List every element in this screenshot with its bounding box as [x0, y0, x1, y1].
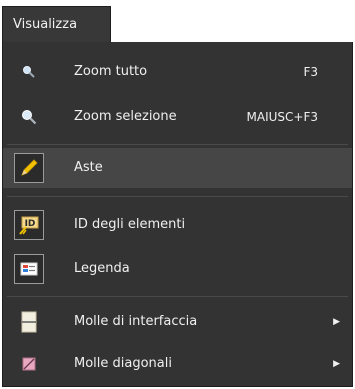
menu-bar: Visualizza — [0, 0, 355, 43]
menu-item-interface-springs[interactable]: Molle di interfaccia ▶ — [3, 302, 352, 342]
interface-springs-icon — [14, 307, 44, 337]
submenu-arrow-icon: ▶ — [333, 317, 340, 327]
separator — [7, 196, 348, 197]
menu-item-label: Aste — [74, 160, 103, 175]
separator — [7, 144, 348, 145]
zoom-selection-icon — [14, 102, 44, 132]
submenu-arrow-icon: ▶ — [333, 359, 340, 369]
menu-item-label: ID degli elementi — [74, 217, 186, 232]
menu-item-zoom-selection[interactable]: Zoom selezione MAIUSC+F3 — [3, 97, 352, 137]
separator — [7, 296, 348, 297]
legend-icon — [14, 254, 44, 284]
element-id-icon: ID — [14, 210, 44, 240]
zoom-all-icon — [14, 57, 44, 87]
pencil-icon — [14, 153, 44, 183]
shortcut-label: F3 — [303, 65, 318, 79]
menu-item-label: Molle diagonali — [74, 356, 172, 371]
menu-item-legend[interactable]: Legenda — [3, 249, 352, 289]
diagonal-springs-icon — [14, 349, 44, 379]
menu-item-label: Legenda — [74, 261, 130, 276]
menu-item-element-id[interactable]: ID ID degli elementi — [3, 205, 352, 245]
menu-item-zoom-all[interactable]: Zoom tutto F3 — [3, 52, 352, 92]
menu-item-label: Zoom selezione — [74, 109, 177, 124]
menu-item-aste[interactable]: Aste — [3, 148, 352, 188]
menu-item-diagonal-springs[interactable]: Molle diagonali ▶ — [3, 344, 352, 384]
menu-visualizza[interactable]: Visualizza — [2, 6, 111, 43]
menu-item-label: Molle di interfaccia — [74, 314, 198, 329]
dropdown-menu: Zoom tutto F3 Zoom selezione MAIUSC+F3 A… — [2, 42, 353, 387]
shortcut-label: MAIUSC+F3 — [246, 110, 318, 124]
menu-item-label: Zoom tutto — [74, 64, 148, 79]
